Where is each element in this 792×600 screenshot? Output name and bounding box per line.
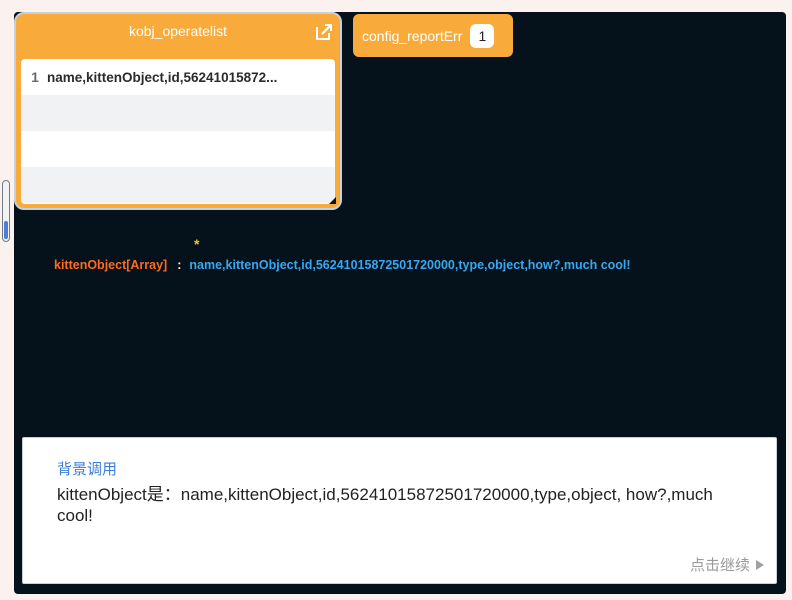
list-item[interactable]: 1 name,kittenObject,id,56241015872... — [21, 59, 335, 95]
list-title: kobj_operatelist — [128, 23, 228, 39]
variable-separator: : — [177, 258, 182, 272]
variable-display: kittenObject[Array]: name,kittenObject,id… — [54, 258, 631, 272]
variable-marker: * — [194, 236, 200, 252]
list-item[interactable] — [21, 131, 335, 167]
broadcast-chip[interactable]: config_reportErr 1 — [353, 14, 513, 57]
export-icon[interactable] — [314, 22, 334, 42]
list-item[interactable] — [21, 95, 335, 131]
play-triangle-icon — [756, 559, 764, 570]
broadcast-count-badge: 1 — [470, 23, 495, 48]
dialog-speaker: 背景调用 — [57, 461, 118, 478]
continue-button[interactable]: 点击继续 — [690, 554, 764, 575]
dialog-box[interactable]: 背景调用 kittenObject是：name,kittenObject,id,… — [22, 437, 777, 584]
broadcast-label: config_reportErr — [362, 27, 463, 44]
list-item-value: name,kittenObject,id,56241015872... — [47, 69, 278, 85]
continue-label: 点击继续 — [689, 557, 750, 574]
dialog-message: kittenObject是：name,kittenObject,id,56241… — [57, 485, 713, 525]
list-monitor[interactable]: kobj_operatelist 1 name,kittenObject,id,… — [14, 12, 342, 210]
list-body[interactable]: 1 name,kittenObject,id,56241015872... — [21, 59, 335, 204]
variable-name: kittenObject[Array] — [54, 258, 168, 272]
list-item[interactable] — [21, 167, 335, 203]
vertical-scroll-handle[interactable] — [2, 180, 10, 242]
list-item-index: 1 — [31, 69, 39, 85]
scroll-thumb[interactable] — [4, 221, 8, 239]
resize-grip-icon[interactable] — [329, 197, 336, 204]
variable-value: name,kittenObject,id,5624101587250172000… — [189, 258, 631, 272]
